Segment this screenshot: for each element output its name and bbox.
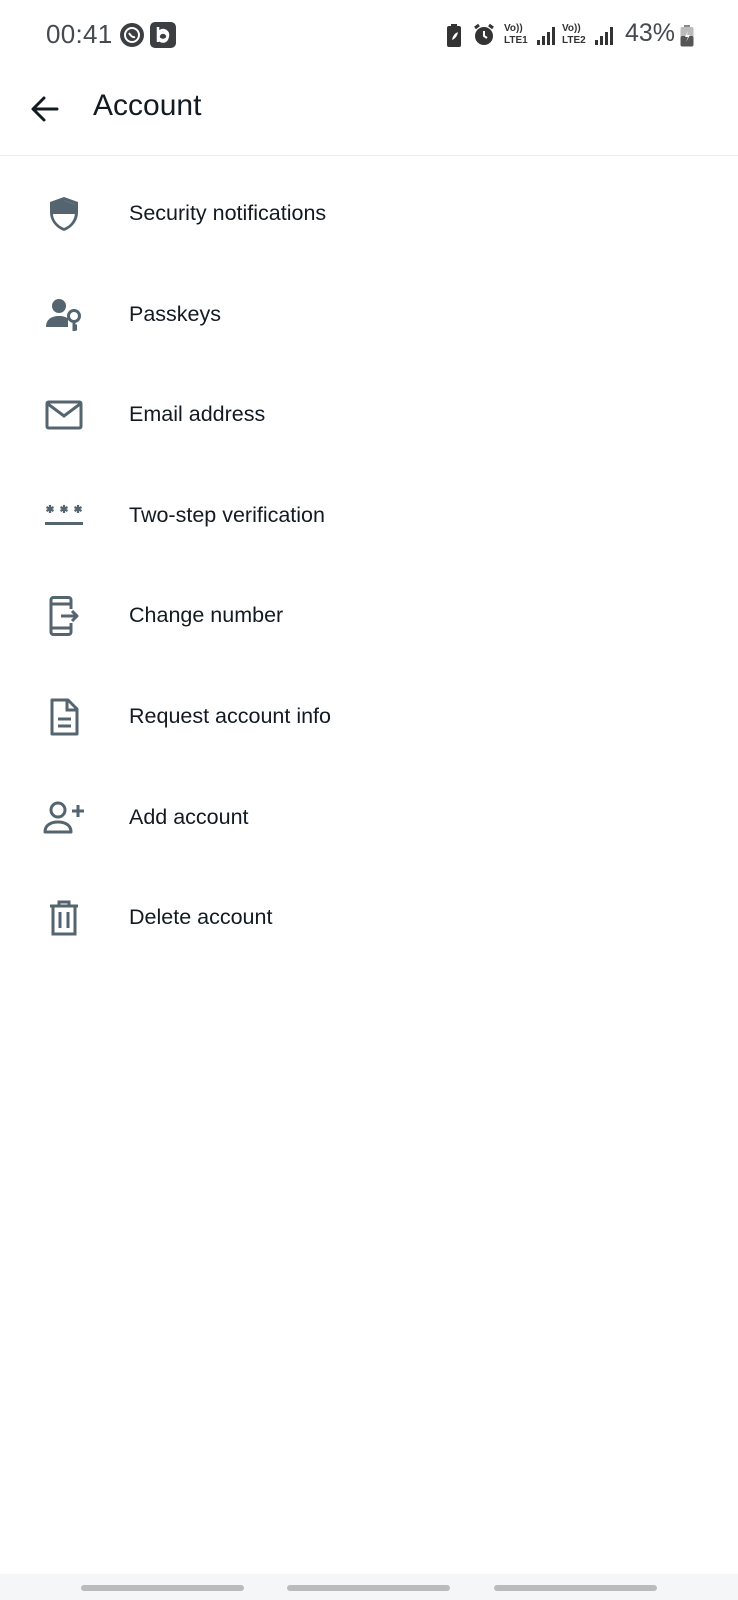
menu-item-passkeys[interactable]: Passkeys xyxy=(0,271,738,372)
menu-item-delete-account[interactable]: Delete account xyxy=(0,874,738,975)
account-settings-screen: 00:41 Vo)) LTE1 Vo)) LTE2 43% Account Se… xyxy=(0,0,738,1600)
nav-back-handle[interactable] xyxy=(494,1585,657,1591)
menu-item-label: Email address xyxy=(129,402,266,427)
person-key-icon xyxy=(42,293,86,337)
menu-item-label: Two-step verification xyxy=(129,502,325,527)
battery-saver-icon xyxy=(446,24,462,53)
menu-item-security-notifications[interactable]: Security notifications xyxy=(0,170,738,271)
status-bar: 00:41 Vo)) LTE1 Vo)) LTE2 43% xyxy=(0,0,738,72)
menu-item-label: Add account xyxy=(129,804,249,829)
shield-icon xyxy=(42,192,86,236)
status-time: 00:41 xyxy=(46,19,113,49)
trash-icon xyxy=(42,896,86,940)
page-title: Account xyxy=(93,89,202,122)
menu-item-label: Security notifications xyxy=(129,201,327,225)
menu-item-two-step-verification[interactable]: Two-step verification xyxy=(0,472,738,573)
password-dots-icon xyxy=(42,494,86,538)
document-icon xyxy=(42,695,86,739)
battery-percent: 43% xyxy=(625,19,676,47)
nav-recents-handle[interactable] xyxy=(81,1585,244,1591)
battery-icon xyxy=(680,25,694,52)
menu-item-label: Change number xyxy=(129,603,284,628)
menu-item-add-account[interactable]: Add account xyxy=(0,774,738,875)
app-bar: Account xyxy=(0,72,738,156)
back-button[interactable] xyxy=(20,84,70,134)
nav-home-handle[interactable] xyxy=(287,1585,450,1591)
person-add-icon xyxy=(42,796,86,840)
menu-item-change-number[interactable]: Change number xyxy=(0,572,738,673)
sim2-label: LTE2 xyxy=(562,35,586,46)
mail-icon xyxy=(42,393,86,437)
alarm-icon xyxy=(472,23,496,52)
whatsapp-status-icon xyxy=(119,22,145,53)
sim1-label: LTE1 xyxy=(504,35,528,46)
signal-icon xyxy=(536,26,556,51)
menu-item-label: Request account info xyxy=(129,703,331,728)
signal-icon xyxy=(594,26,614,51)
menu-item-label: Passkeys xyxy=(129,301,222,326)
b-app-icon xyxy=(150,22,176,53)
arrow-back-icon xyxy=(31,96,59,122)
menu-item-request-account-info[interactable]: Request account info xyxy=(0,673,738,774)
volte2-label: Vo)) xyxy=(562,23,581,34)
account-menu-list: Security notifications Passkeys Email ad… xyxy=(0,170,738,975)
menu-item-email-address[interactable]: Email address xyxy=(0,371,738,472)
gesture-nav-bar xyxy=(0,1574,738,1600)
volte1-label: Vo)) xyxy=(504,23,523,34)
phone-transfer-icon xyxy=(42,594,86,638)
menu-item-label: Delete account xyxy=(129,905,273,930)
